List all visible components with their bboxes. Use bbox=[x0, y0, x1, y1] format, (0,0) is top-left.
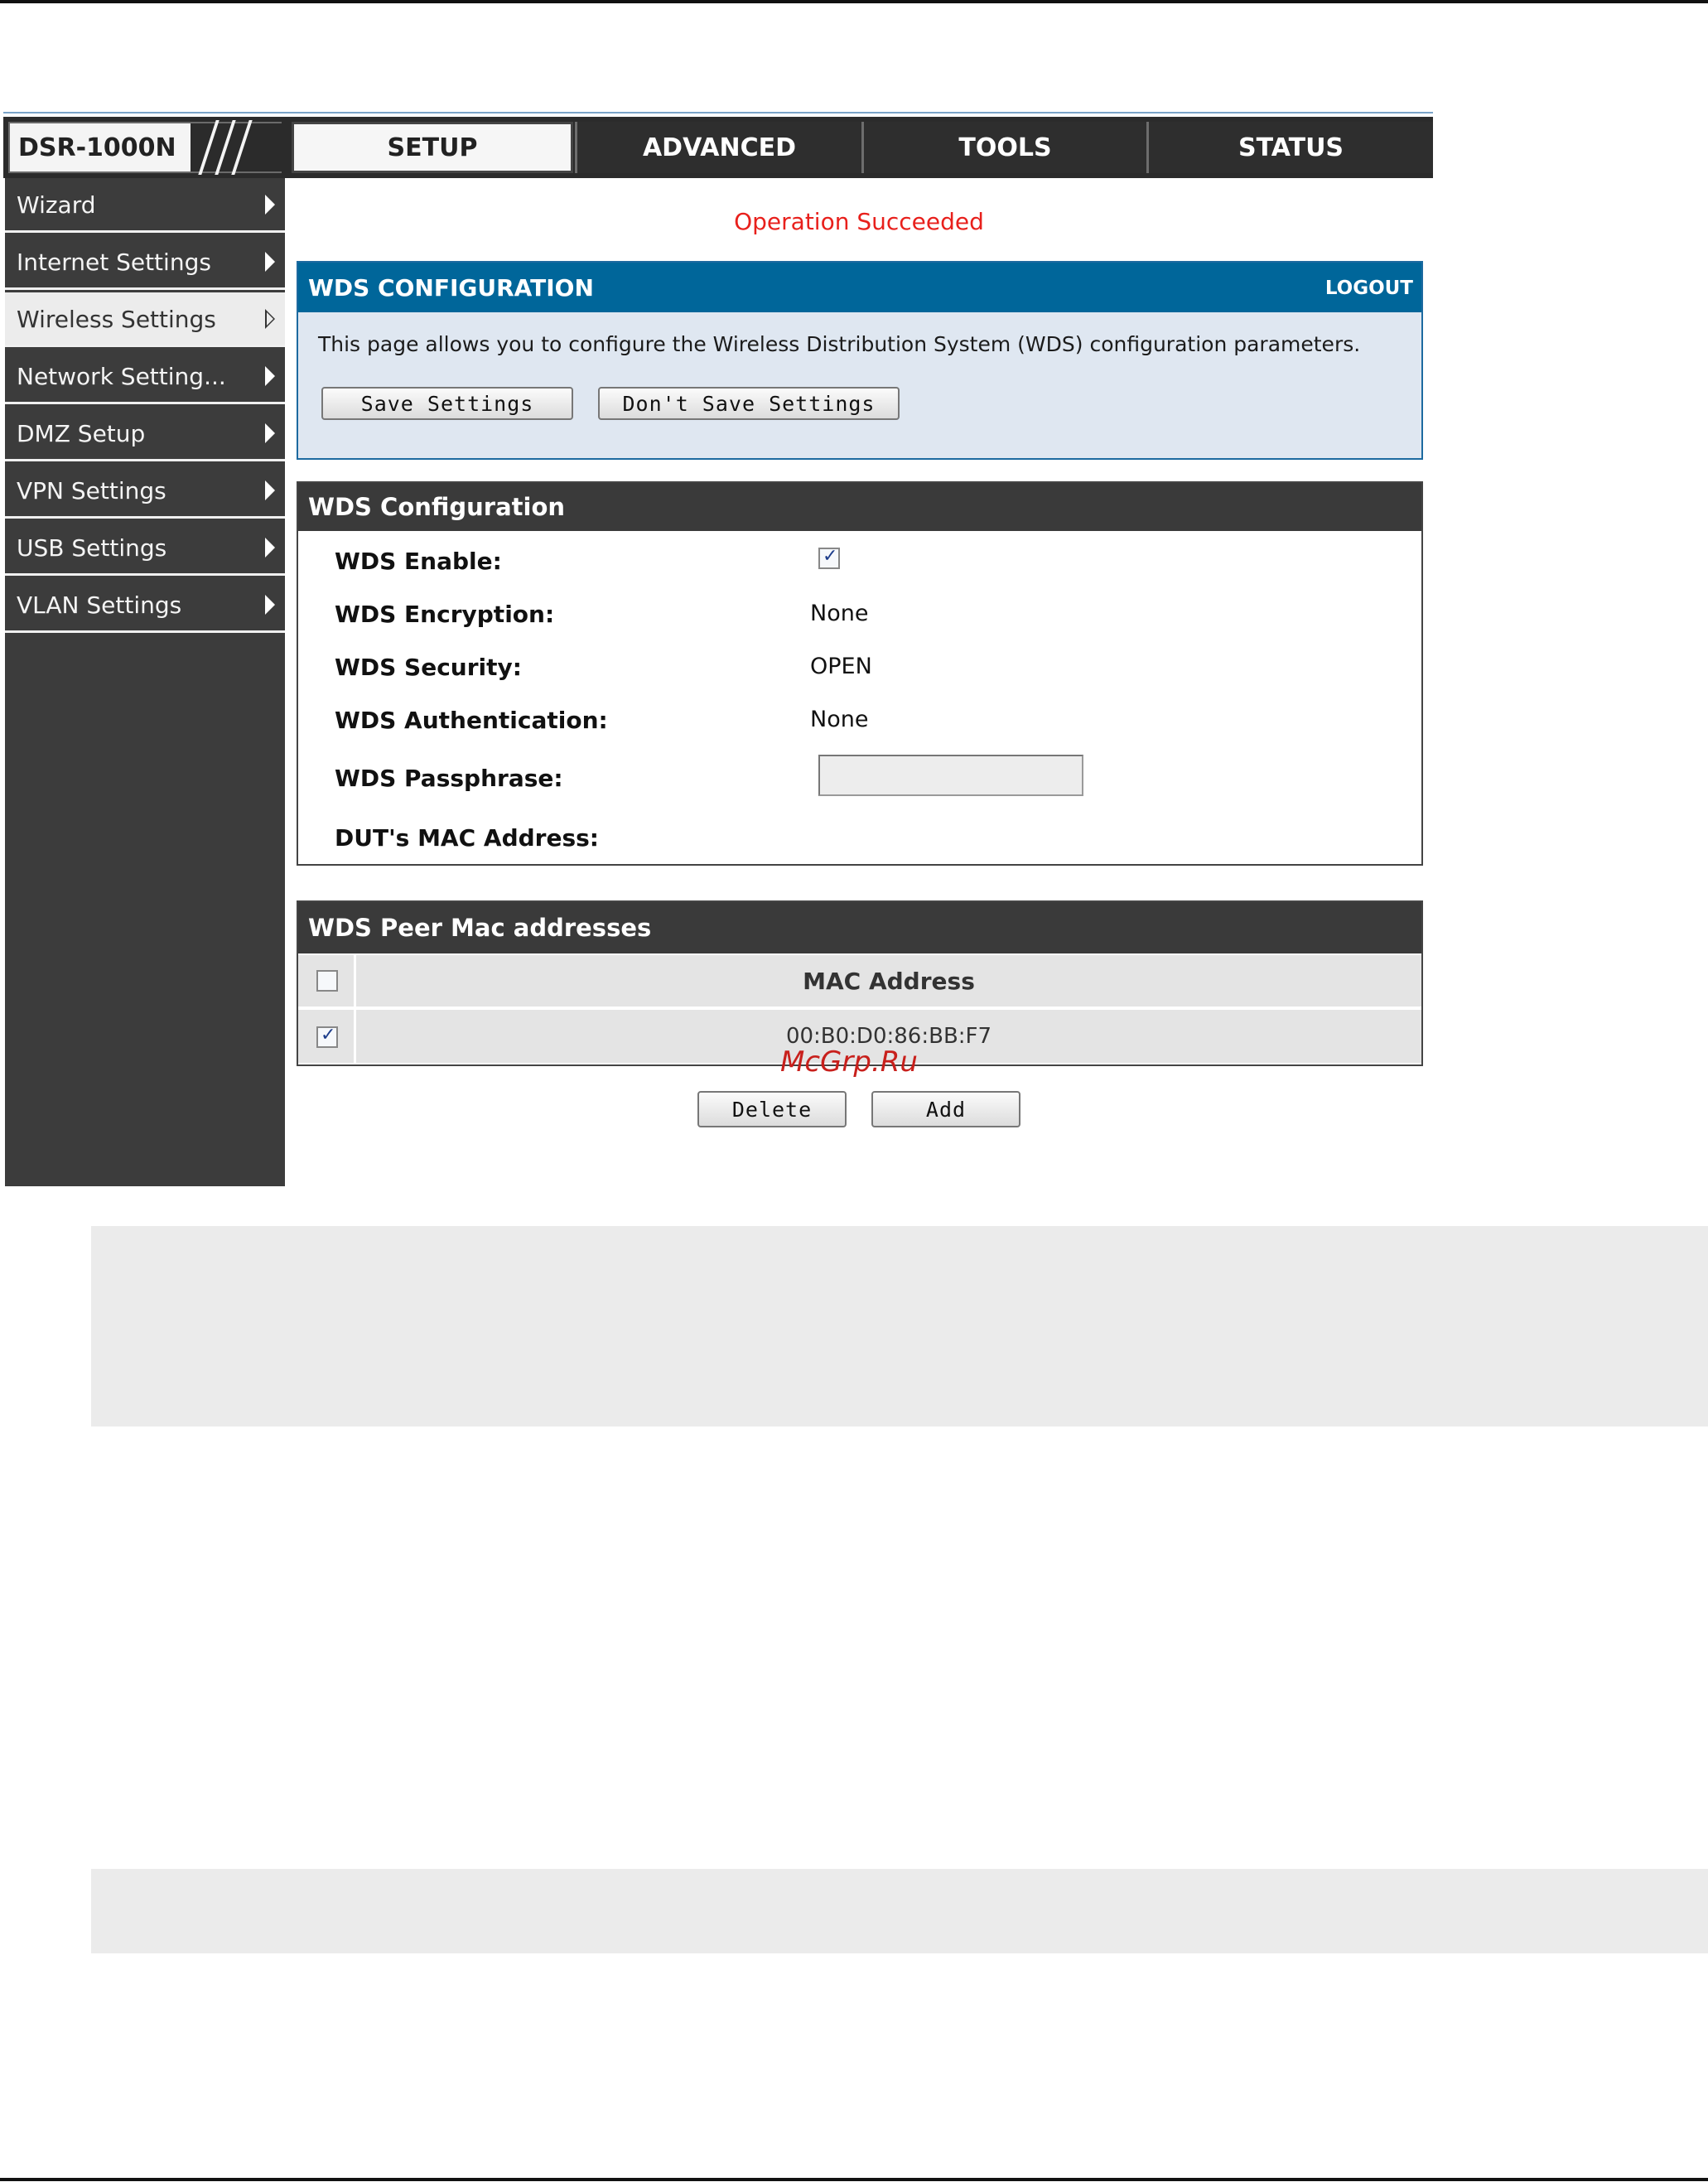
brand-name: DSR-1000N bbox=[18, 133, 176, 162]
arrow-right-icon bbox=[265, 195, 275, 215]
sidebar: Wizard Internet Settings Wireless Settin… bbox=[5, 178, 285, 1186]
wds-encryption-value: None bbox=[810, 601, 869, 626]
sidebar-item-label: VLAN Settings bbox=[17, 591, 182, 619]
router-ui-screenshot: DSR-1000N SETUP ADVANCED TOOLS STATUS Wi… bbox=[0, 112, 1433, 1186]
status-message: Operation Succeeded bbox=[734, 208, 984, 235]
tab-setup[interactable]: SETUP bbox=[292, 122, 573, 173]
tab-advanced[interactable]: ADVANCED bbox=[575, 122, 861, 173]
row-select-cell bbox=[298, 1010, 356, 1063]
wds-encryption-label: WDS Encryption: bbox=[335, 601, 555, 628]
sidebar-item-label: Wireless Settings bbox=[17, 306, 216, 333]
row-checkbox[interactable] bbox=[316, 1025, 338, 1048]
tab-tools[interactable]: TOOLS bbox=[861, 122, 1146, 173]
select-all-cell bbox=[298, 955, 356, 1007]
top-nav-bar: DSR-1000N SETUP ADVANCED TOOLS STATUS bbox=[3, 117, 1433, 178]
arrow-right-icon bbox=[265, 252, 275, 272]
table-header-row: MAC Address bbox=[298, 953, 1421, 1007]
sidebar-item-wizard[interactable]: Wizard bbox=[5, 178, 285, 233]
sidebar-item-label: Internet Settings bbox=[17, 249, 211, 276]
sidebar-item-label: Wizard bbox=[17, 191, 96, 219]
column-header-mac: MAC Address bbox=[803, 967, 975, 995]
sidebar-item-wireless-settings[interactable]: Wireless Settings bbox=[5, 292, 285, 347]
tab-status[interactable]: STATUS bbox=[1146, 122, 1433, 173]
wds-enable-checkbox[interactable] bbox=[818, 546, 840, 569]
wds-enable-label: WDS Enable: bbox=[335, 548, 502, 575]
wds-security-label: WDS Security: bbox=[335, 654, 522, 681]
dont-save-settings-button[interactable]: Don't Save Settings bbox=[598, 387, 900, 420]
logout-link[interactable]: LOGOUT bbox=[1325, 278, 1413, 299]
arrow-right-icon bbox=[265, 480, 275, 500]
add-button[interactable]: Add bbox=[871, 1091, 1020, 1127]
wds-header-bar: WDS CONFIGURATION LOGOUT bbox=[298, 263, 1421, 312]
delete-button[interactable]: Delete bbox=[697, 1091, 847, 1127]
sidebar-item-label: Network Setting... bbox=[17, 363, 226, 390]
sidebar-item-internet-settings[interactable]: Internet Settings bbox=[5, 235, 285, 290]
section-header: WDS Peer Mac addresses bbox=[298, 902, 1421, 953]
watermark: McGrp.Ru bbox=[780, 1045, 918, 1079]
save-settings-button[interactable]: Save Settings bbox=[321, 387, 573, 420]
arrow-right-icon bbox=[265, 366, 275, 386]
section-title: WDS Configuration bbox=[308, 493, 566, 521]
grey-note-box bbox=[91, 1226, 1708, 1427]
select-all-checkbox[interactable] bbox=[316, 970, 338, 992]
sidebar-item-dmz-setup[interactable]: DMZ Setup bbox=[5, 407, 285, 461]
sidebar-item-network-settings[interactable]: Network Setting... bbox=[5, 350, 285, 404]
top-rule bbox=[0, 0, 1708, 3]
dut-mac-address-label: DUT's MAC Address: bbox=[335, 824, 599, 852]
page-description: This page allows you to configure the Wi… bbox=[318, 332, 1361, 356]
main-content: Operation Succeeded WDS CONFIGURATION LO… bbox=[285, 178, 1433, 1186]
wds-security-value: OPEN bbox=[810, 654, 872, 679]
wds-peer-table-panel: WDS Peer Mac addresses MAC Address 00:B0… bbox=[297, 900, 1423, 1066]
sidebar-item-usb-settings[interactable]: USB Settings bbox=[5, 521, 285, 576]
wds-header-panel: WDS CONFIGURATION LOGOUT This page allow… bbox=[297, 261, 1423, 460]
sidebar-item-label: VPN Settings bbox=[17, 477, 166, 504]
frame-top-line bbox=[3, 112, 1433, 113]
section-title: WDS Peer Mac addresses bbox=[308, 914, 652, 942]
arrow-right-icon bbox=[265, 595, 275, 615]
wds-passphrase-input[interactable] bbox=[818, 755, 1083, 796]
sidebar-item-vlan-settings[interactable]: VLAN Settings bbox=[5, 578, 285, 633]
sidebar-item-vpn-settings[interactable]: VPN Settings bbox=[5, 464, 285, 519]
arrow-right-outline-icon bbox=[265, 309, 275, 329]
wds-configuration-panel: WDS Configuration WDS Enable: WDS Encryp… bbox=[297, 481, 1423, 866]
wds-authentication-label: WDS Authentication: bbox=[335, 707, 608, 734]
sidebar-item-label: USB Settings bbox=[17, 534, 167, 562]
brand-logo: DSR-1000N bbox=[8, 120, 283, 175]
brand-slashes-icon bbox=[191, 120, 283, 175]
wds-passphrase-label: WDS Passphrase: bbox=[335, 765, 563, 792]
sidebar-item-label: DMZ Setup bbox=[17, 420, 146, 447]
arrow-right-icon bbox=[265, 423, 275, 443]
grey-note-box-2 bbox=[91, 1869, 1708, 1953]
panel-title: WDS CONFIGURATION bbox=[308, 274, 594, 302]
bottom-rule bbox=[0, 2178, 1708, 2181]
wds-authentication-value: None bbox=[810, 707, 869, 732]
section-header: WDS Configuration bbox=[298, 483, 1421, 531]
arrow-right-icon bbox=[265, 538, 275, 558]
